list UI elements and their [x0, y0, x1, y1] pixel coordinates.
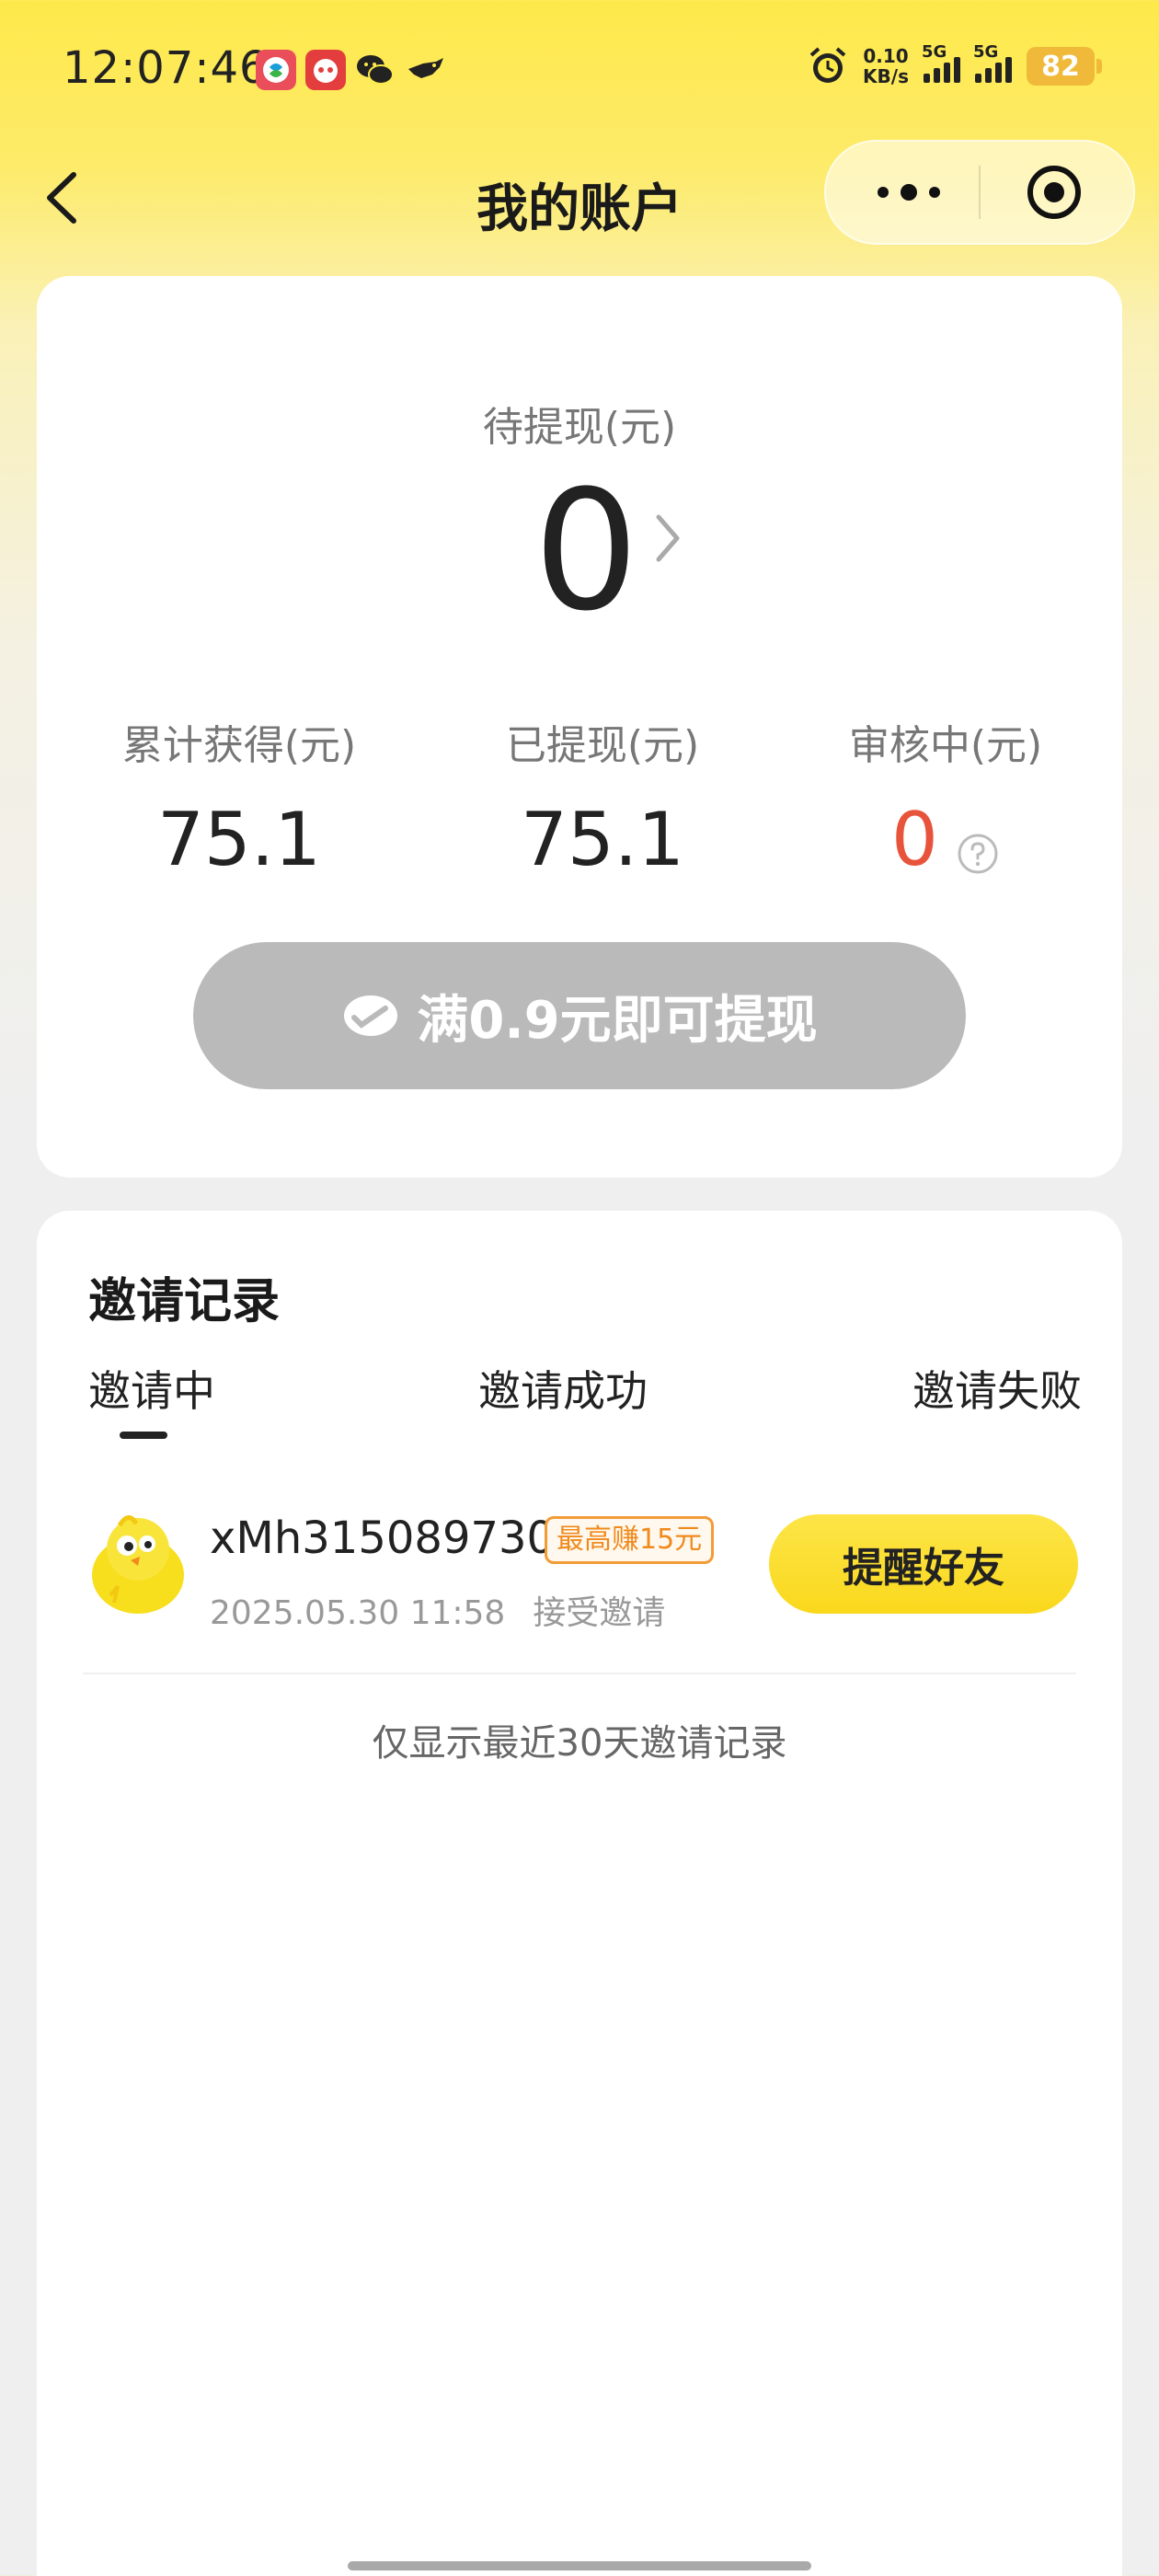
active-tab-indicator — [120, 1432, 167, 1439]
home-indicator[interactable] — [348, 2561, 811, 2570]
bird-icon — [405, 50, 445, 90]
net-speed: 0.10 KB/s — [863, 46, 909, 86]
reward-badge: 最高赚15元 — [545, 1516, 715, 1564]
net-speed-value: 0.10 — [863, 45, 909, 67]
more-dots-icon[interactable] — [872, 178, 946, 206]
pending-label: 待提现(元) — [482, 404, 677, 451]
signal-1-icon: 5G — [922, 42, 960, 83]
miniprogram-capsule — [824, 140, 1135, 245]
stat-under-review: 审核中(元) 0 — [789, 712, 1102, 883]
invitee-username: xMh315089730 — [210, 1512, 556, 1564]
stat-label: 已提现(元) — [505, 722, 700, 769]
stat-value: 0 — [891, 797, 938, 882]
stat-total-earned: 累计获得(元) 75.1 — [83, 712, 396, 882]
chevron-right-icon[interactable] — [649, 506, 686, 570]
withdraw-button[interactable]: 满0.9元即可提现 — [193, 942, 966, 1089]
alarm-icon — [809, 47, 846, 83]
question-circle-icon[interactable] — [956, 832, 1000, 876]
capsule-divider — [979, 166, 981, 219]
withdraw-button-label: 满0.9元即可提现 — [417, 990, 818, 1051]
stat-label: 审核中(元) — [848, 722, 1043, 769]
avatar — [92, 1515, 184, 1614]
pending-value[interactable]: 0 — [534, 451, 639, 653]
invite-status: 接受邀请 — [533, 1594, 666, 1632]
status-bar: 12:07:46 0.10 KB/s 5G 5G 82 — [0, 0, 1159, 138]
tab-invite-success[interactable]: 邀请成功 — [478, 1358, 648, 1419]
tab-invite-failed[interactable]: 邀请失败 — [912, 1358, 1082, 1419]
invite-date: 2025.05.30 11:58 — [210, 1594, 506, 1632]
wechat-icon — [355, 50, 396, 90]
stat-withdrawn: 已提现(元) 75.1 — [446, 712, 759, 882]
tab-inviting[interactable]: 邀请中 — [88, 1358, 215, 1419]
stat-label: 累计获得(元) — [121, 722, 357, 769]
signal-2-icon: 5G — [973, 42, 1012, 83]
invite-card: 邀请记录 邀请中 邀请成功 邀请失败 xMh315089730 最高赚15元 2… — [37, 1211, 1122, 2576]
stat-value: 75.1 — [520, 797, 685, 882]
account-card: 待提现(元) 0 累计获得(元) 75.1 已提现(元) 75.1 审核中(元)… — [37, 276, 1122, 1178]
list-item: xMh315089730 最高赚15元 2025.05.30 11:58 接受邀请… — [37, 1496, 1122, 1643]
row-divider — [83, 1673, 1076, 1674]
remind-friend-button[interactable]: 提醒好友 — [769, 1514, 1078, 1614]
net-speed-unit: KB/s — [863, 65, 909, 87]
signal-1-label: 5G — [922, 42, 947, 62]
stat-value: 75.1 — [156, 797, 322, 882]
invite-title: 邀请记录 — [88, 1274, 281, 1329]
battery-level: 82 — [1041, 50, 1080, 83]
invite-footnote: 仅显示最近30天邀请记录 — [372, 1722, 787, 1765]
wechat-pay-icon — [344, 995, 398, 1036]
signal-2-label: 5G — [973, 42, 999, 62]
invite-meta: 2025.05.30 11:58 接受邀请 — [210, 1586, 665, 1634]
remind-friend-label: 提醒好友 — [843, 1545, 1004, 1592]
app-icon-1 — [256, 50, 296, 90]
target-circle-icon[interactable] — [1027, 165, 1082, 220]
battery-icon: 82 — [1027, 47, 1102, 86]
app-icon-2 — [305, 50, 346, 90]
status-app-icons — [256, 50, 445, 90]
status-time: 12:07:46 — [63, 42, 269, 94]
status-right: 0.10 KB/s 5G 5G 82 — [808, 42, 1102, 86]
